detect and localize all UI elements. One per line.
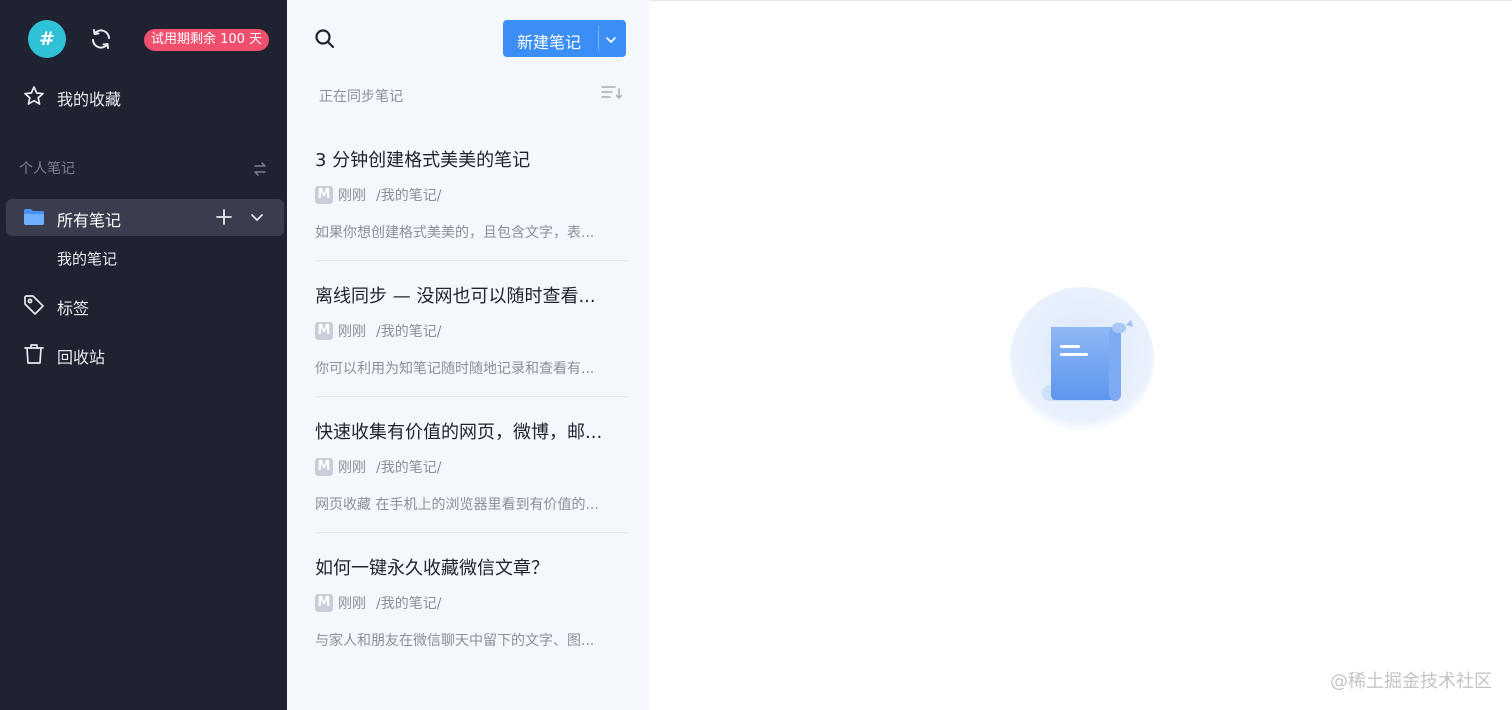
sort-icon[interactable]	[600, 83, 624, 103]
sidebar-item-tags[interactable]: 标签	[0, 285, 287, 325]
sidebar-item-trash[interactable]: 回收站	[0, 334, 287, 374]
markdown-icon: M	[315, 458, 333, 476]
folder-icon	[23, 208, 45, 226]
sidebar-topbar: # 试用期剩余 100 天	[0, 0, 287, 78]
sidebar-item-label: 回收站	[57, 348, 106, 367]
note-title: 离线同步 — 没网也可以随时查看...	[315, 286, 596, 307]
note-path: /我的笔记/	[376, 596, 442, 612]
note-title: 如何一键永久收藏微信文章？	[315, 558, 549, 579]
chevron-down-icon[interactable]	[604, 32, 618, 46]
note-path: /我的笔记/	[376, 188, 442, 204]
note-list-item[interactable]: 快速收集有价值的网页，微博，邮... M 刚刚/我的笔记/ 网页收藏 在手机上的浏…	[315, 407, 629, 543]
note-meta: M 刚刚/我的笔记/	[315, 185, 441, 205]
section-title: 个人笔记	[19, 161, 75, 177]
note-list-item[interactable]: 如何一键永久收藏微信文章？ M 刚刚/我的笔记/ 与家人和朋友在微信聊天中留下的文…	[315, 543, 629, 679]
divider	[315, 260, 629, 261]
sidebar-item-label: 所有笔记	[57, 211, 122, 230]
search-icon[interactable]	[313, 27, 337, 51]
star-icon	[22, 84, 46, 108]
new-note-button[interactable]: 新建笔记	[503, 20, 626, 57]
trash-icon	[22, 342, 46, 366]
note-list-item[interactable]: 离线同步 — 没网也可以随时查看... M 刚刚/我的笔记/ 你可以利用为知笔记随…	[315, 271, 629, 407]
note-meta: M 刚刚/我的笔记/	[315, 321, 441, 341]
tag-icon	[22, 293, 46, 317]
note-snippet: 网页收藏 在手机上的浏览器里看到有价值的...	[315, 497, 599, 513]
plus-icon[interactable]	[214, 207, 234, 227]
sidebar-item-favorites[interactable]: 我的收藏	[0, 76, 287, 116]
button-divider	[598, 26, 599, 51]
sync-icon[interactable]	[89, 27, 113, 51]
sidebar-item-label: 标签	[57, 299, 90, 318]
new-note-label: 新建笔记	[517, 33, 582, 52]
note-time: 刚刚	[338, 324, 366, 340]
note-time: 刚刚	[338, 188, 366, 204]
sidebar-item-label: 我的笔记	[57, 250, 118, 268]
note-time: 刚刚	[338, 596, 366, 612]
markdown-icon: M	[315, 186, 333, 204]
note-title: 快速收集有价值的网页，微博，邮...	[315, 422, 603, 443]
editor-top-border	[649, 0, 1512, 1]
note-snippet: 如果你想创建格式美美的，且包含文字，表...	[315, 225, 595, 241]
note-list-panel: 新建笔记 正在同步笔记 3 分钟创建格式美美的笔记 M 刚刚/我的笔记/ 如果你想…	[287, 0, 649, 710]
scroll-document-icon	[1008, 287, 1158, 432]
trial-badge[interactable]: 试用期剩余 100 天	[144, 29, 270, 51]
note-snippet: 与家人和朋友在微信聊天中留下的文字、图...	[315, 633, 595, 649]
sidebar-item-my-notes[interactable]: 我的笔记	[0, 244, 287, 272]
note-snippet: 你可以利用为知笔记随时随地记录和查看有...	[315, 361, 595, 377]
note-path: /我的笔记/	[376, 460, 442, 476]
sidebar: # 试用期剩余 100 天 我的收藏 个人笔记 所有笔记 我的笔记 标签 回收站	[0, 0, 287, 710]
sidebar-item-all-notes[interactable]: 所有笔记	[6, 199, 284, 236]
note-time: 刚刚	[338, 460, 366, 476]
note-meta: M 刚刚/我的笔记/	[315, 593, 441, 613]
note-meta: M 刚刚/我的笔记/	[315, 457, 441, 477]
note-path: /我的笔记/	[376, 324, 442, 340]
markdown-icon: M	[315, 322, 333, 340]
note-list-item[interactable]: 3 分钟创建格式美美的笔记 M 刚刚/我的笔记/ 如果你想创建格式美美的，且包含文…	[315, 135, 629, 271]
chevron-down-icon[interactable]	[249, 209, 265, 225]
watermark: @稀土掘金技术社区	[1330, 671, 1492, 692]
markdown-icon: M	[315, 594, 333, 612]
swap-icon[interactable]	[251, 160, 269, 178]
divider	[315, 532, 629, 533]
note-title: 3 分钟创建格式美美的笔记	[315, 150, 531, 171]
sidebar-item-label: 我的收藏	[57, 90, 122, 109]
sync-status: 正在同步笔记	[319, 89, 403, 105]
divider	[315, 396, 629, 397]
avatar[interactable]: #	[28, 20, 66, 58]
